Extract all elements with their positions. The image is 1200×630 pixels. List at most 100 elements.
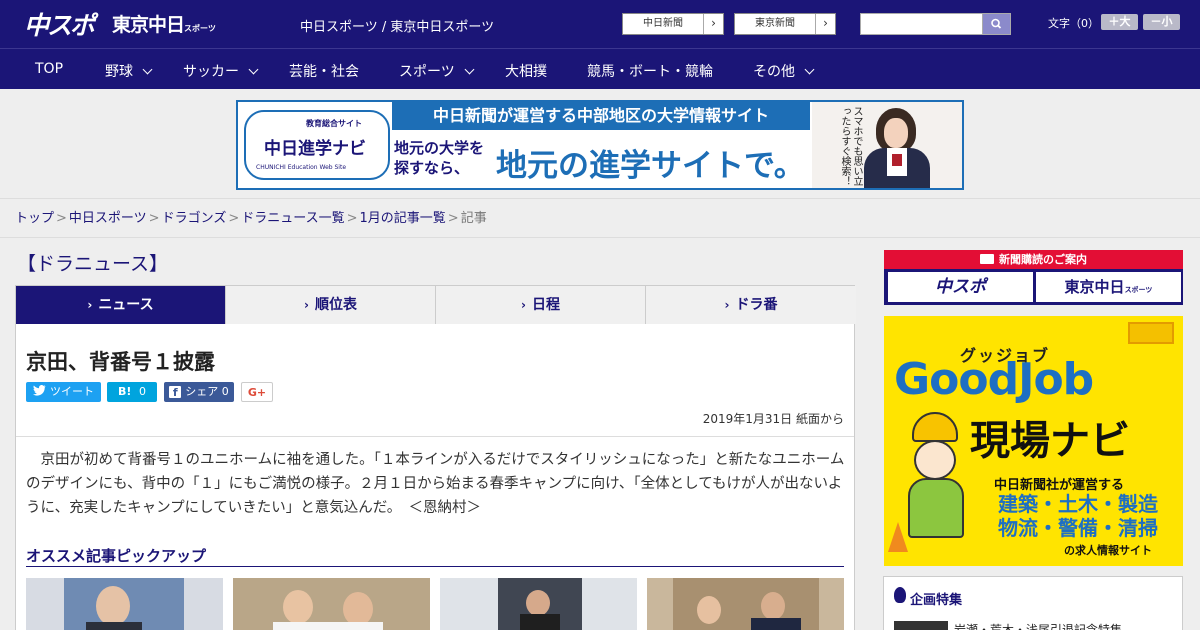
- tab-label: ドラ番: [735, 297, 778, 313]
- subscribe-tokyo-link[interactable]: 東京中日スポーツ: [1036, 272, 1181, 302]
- font-size-label: 文字（0）: [1048, 17, 1099, 30]
- facebook-share-label: シェア: [185, 385, 219, 398]
- tab-dora-ban[interactable]: › ドラ番: [646, 286, 856, 324]
- tab-standings[interactable]: › 順位表: [226, 286, 436, 324]
- logo-tokyo-chunichi[interactable]: 東京中日スポーツ: [112, 10, 216, 37]
- hatena-count: 0: [139, 385, 147, 398]
- hatena-icon: B!: [117, 385, 132, 398]
- feature-link[interactable]: 岩瀬・荒木・浅尾引退記念特集: [954, 621, 1122, 630]
- site-header: 中スポ 東京中日スポーツ 中日スポーツ / 東京中日スポーツ 中日新聞 › 東京新…: [0, 0, 1200, 48]
- nav-item-label: 大相撲: [505, 64, 547, 80]
- nav-item-label: スポーツ: [399, 64, 455, 80]
- breadcrumb-link[interactable]: ドラゴンズ: [162, 211, 227, 226]
- chevron-right-icon: ›: [87, 298, 93, 312]
- subscription-ad[interactable]: 新聞購読のご案内 中スポ 東京中日スポーツ: [884, 250, 1183, 305]
- breadcrumb-separator: >: [228, 211, 240, 226]
- nav-item-racing[interactable]: 競馬・ボート・競輪: [587, 61, 713, 81]
- tokyo-shimbun-link[interactable]: 東京新聞 ›: [734, 13, 836, 35]
- pickup-thumbnail[interactable]: [233, 578, 430, 630]
- pickup-thumbnail[interactable]: [440, 578, 637, 630]
- goodjob-subtitle: 現場ナビ: [970, 418, 1130, 464]
- breadcrumb-separator: >: [56, 211, 67, 226]
- divider: [26, 566, 844, 567]
- site-name-link[interactable]: 中日スポーツ / 東京中日スポーツ: [300, 16, 494, 35]
- pickup-title: オススメ記事ピックアップ: [26, 547, 207, 565]
- chunichi-shimbun-link[interactable]: 中日新聞 ›: [622, 13, 724, 35]
- breadcrumb-link[interactable]: ドラニュース一覧: [241, 211, 344, 226]
- feature-section: 企画特集 岩瀬・荒木・浅尾引退記念特集: [883, 576, 1183, 630]
- truck-illustration: [1128, 322, 1174, 344]
- main-nav: TOP 野球 サッカー 芸能・社会 スポーツ 大相撲 競馬・ボート・競輪 その他: [0, 48, 1200, 89]
- search-icon: [991, 18, 1002, 29]
- font-larger-button[interactable]: ＋大: [1101, 14, 1138, 30]
- search-input[interactable]: [860, 13, 984, 35]
- nav-item-sumo[interactable]: 大相撲: [505, 61, 547, 81]
- pickup-thumbnail[interactable]: [647, 578, 844, 630]
- article-title: 京田、背番号１披露: [26, 350, 215, 374]
- shingaku-navi-banner[interactable]: 教育総合サイト 中日進学ナビ CHUNICHI Education Web Si…: [236, 100, 964, 190]
- subscribe-chuspo-link[interactable]: 中スポ: [888, 272, 1033, 302]
- nav-item-other[interactable]: その他: [753, 61, 815, 81]
- hatena-button[interactable]: B! 0: [107, 382, 157, 402]
- pickup-thumbnail[interactable]: [26, 578, 223, 630]
- tab-news[interactable]: › ニュース: [16, 286, 226, 324]
- nav-item-label: 芸能・社会: [289, 64, 359, 80]
- banner-left-text: 地元の大学を探すなら、: [394, 139, 485, 177]
- banner-logo-top: 教育総合サイト: [306, 119, 362, 128]
- breadcrumb-link[interactable]: 1月の記事一覧: [360, 211, 446, 226]
- news-tabs: › ニュース › 順位表 › 日程 › ドラ番: [15, 285, 856, 325]
- chevron-right-icon: ›: [815, 14, 835, 34]
- thumbnail-person: [96, 586, 130, 626]
- goodjob-ad[interactable]: グッジョブ GoodJob 現場ナビ 中日新聞社が運営する 建築・土木・製造 物流…: [884, 316, 1183, 566]
- traffic-cone-illustration: [888, 522, 908, 552]
- nav-item-label: サッカー: [183, 64, 239, 80]
- tab-schedule[interactable]: › 日程: [436, 286, 646, 324]
- article-date: 2019年1月31日 紙面から: [702, 412, 844, 426]
- goodjob-categories: 建築・土木・製造 物流・警備・清掃: [998, 492, 1158, 540]
- facebook-icon: f: [169, 386, 182, 399]
- thumbnail-person: [697, 596, 721, 624]
- thumbnail-person-body: [86, 622, 142, 630]
- subscribe-tokyo-label: 東京中日: [1064, 278, 1125, 296]
- tab-label: 順位表: [314, 297, 357, 313]
- breadcrumb-link[interactable]: 中日スポーツ: [69, 211, 147, 226]
- breadcrumb-separator: >: [447, 211, 459, 226]
- goodjob-line3: 物流・警備・清掃: [998, 516, 1158, 540]
- facebook-count: 0: [221, 385, 229, 398]
- tab-label: ニュース: [98, 297, 154, 313]
- nav-item-entertainment[interactable]: 芸能・社会: [289, 61, 359, 81]
- banner-person-ribbon: [892, 154, 902, 166]
- font-smaller-button[interactable]: －小: [1143, 14, 1180, 30]
- subscription-ad-title: 新聞購読のご案内: [884, 250, 1183, 269]
- google-plus-button[interactable]: G+: [241, 382, 273, 402]
- nav-item-label: 競馬・ボート・競輪: [587, 64, 713, 80]
- nav-item-sports[interactable]: スポーツ: [399, 61, 475, 81]
- subscription-ad-title-text: 新聞購読のご案内: [999, 253, 1087, 266]
- tweet-button[interactable]: ツイート: [26, 382, 101, 402]
- thumbnail-person: [343, 592, 373, 626]
- thumbnail-person: [283, 590, 313, 624]
- article-body: 京田が初めて背番号１のユニホームに袖を通した。「１本ラインが入るだけでスタイリッ…: [26, 452, 845, 516]
- ribbon-icon: [894, 587, 906, 603]
- facebook-share-button[interactable]: f シェア 0: [164, 382, 234, 402]
- nav-item-soccer[interactable]: サッカー: [183, 61, 259, 81]
- breadcrumb-link[interactable]: トップ: [15, 211, 54, 226]
- newspaper-icon: [980, 254, 994, 264]
- nav-item-top[interactable]: TOP: [35, 61, 63, 77]
- logo-chuspo[interactable]: 中スポ: [24, 6, 95, 42]
- goodjob-title: GoodJob: [894, 354, 1094, 405]
- breadcrumb-separator: >: [346, 211, 358, 226]
- chunichi-shimbun-label: 中日新聞: [643, 18, 683, 29]
- google-plus-icon: G+: [247, 386, 267, 399]
- breadcrumb: トップ > 中日スポーツ > ドラゴンズ > ドラニュース一覧 >1月の記事一覧 > 記事: [0, 198, 1200, 238]
- logo-tokyo-text: 東京中日: [112, 14, 185, 36]
- search-button[interactable]: [982, 13, 1011, 35]
- helmet-illustration: [912, 412, 958, 442]
- chevron-right-icon: ›: [724, 298, 730, 312]
- banner-logo-main: 中日進学ナビ: [264, 139, 366, 159]
- chevron-right-icon: ›: [703, 14, 723, 34]
- feature-thumbnail[interactable]: [894, 621, 948, 630]
- chevron-down-icon: [464, 64, 475, 75]
- goodjob-line4: の求人情報サイト: [1064, 544, 1152, 557]
- nav-item-baseball[interactable]: 野球: [105, 61, 153, 81]
